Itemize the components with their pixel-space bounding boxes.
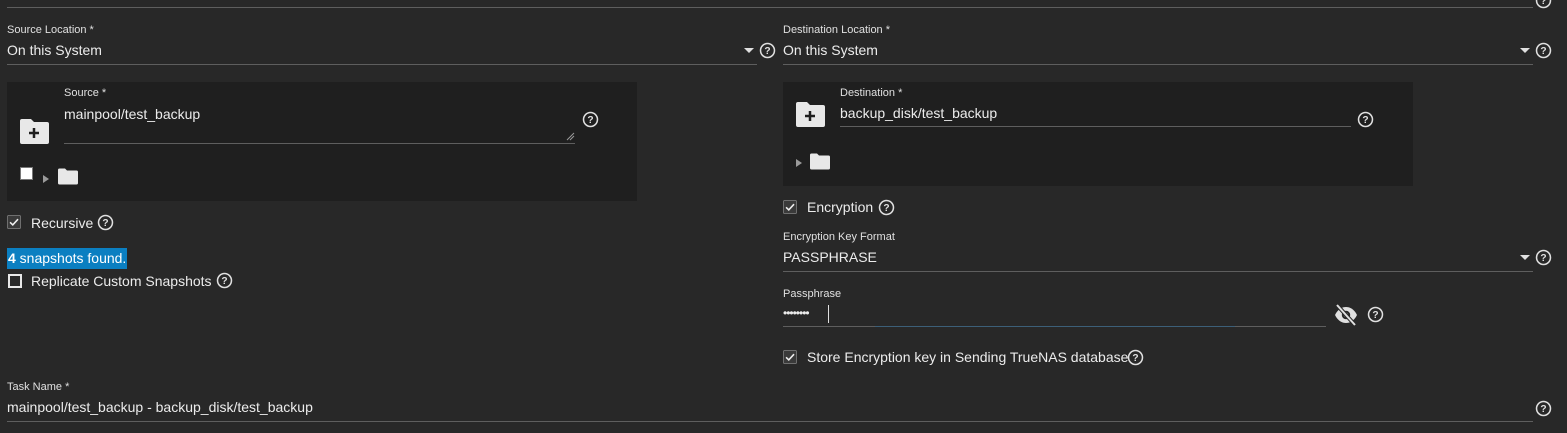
- replicate-custom-snapshots-help-icon[interactable]: ?: [216, 272, 233, 289]
- source-location-underline: [7, 64, 757, 65]
- source-input-underline: [64, 143, 575, 144]
- svg-text:?: ?: [764, 46, 770, 57]
- source-input[interactable]: mainpool/test_backup: [64, 106, 200, 122]
- svg-text:?: ?: [1540, 46, 1546, 57]
- task-name-label: Task Name *: [7, 381, 70, 393]
- passphrase-cursor: [828, 305, 829, 323]
- svg-text:?: ?: [221, 276, 227, 287]
- destination-folder-add-icon[interactable]: [795, 101, 826, 128]
- source-resize-handle-icon[interactable]: [565, 131, 575, 141]
- snapshots-found-text: 4 snapshots found.: [7, 248, 128, 269]
- destination-location-label: Destination Location *: [783, 24, 891, 36]
- task-name-input[interactable]: mainpool/test_backup - backup_disk/test_…: [7, 399, 313, 415]
- destination-input[interactable]: backup_disk/test_backup: [840, 105, 997, 121]
- snapshots-found-suffix: snapshots found.: [15, 250, 127, 266]
- task-name-help-icon[interactable]: ?: [1535, 400, 1552, 417]
- source-tree-folder-icon: [58, 168, 78, 185]
- svg-text:?: ?: [1540, 404, 1546, 415]
- svg-text:?: ?: [1132, 353, 1138, 364]
- destination-location-help-icon[interactable]: ?: [1535, 42, 1552, 59]
- recursive-help-icon[interactable]: ?: [97, 214, 114, 231]
- svg-text:?: ?: [102, 218, 108, 229]
- svg-text:?: ?: [1540, 253, 1546, 264]
- passphrase-focus-ripple: [875, 326, 1235, 327]
- source-tree-checkbox[interactable]: [20, 167, 33, 180]
- destination-help-icon[interactable]: ?: [1357, 111, 1374, 128]
- snapshots-found-count: 4: [8, 250, 16, 266]
- destination-label: Destination *: [840, 87, 903, 99]
- encryption-key-format-label: Encryption Key Format: [783, 231, 895, 243]
- passphrase-label: Passphrase: [783, 288, 842, 300]
- destination-location-dropdown-icon[interactable]: [1520, 48, 1530, 53]
- store-encryption-key-label: Store Encryption key in Sending TrueNAS …: [807, 349, 1129, 365]
- destination-input-underline: [840, 126, 1351, 127]
- encryption-key-format-underline: [783, 271, 1533, 272]
- destination-tree-folder-icon: [810, 153, 830, 170]
- passphrase-help-icon[interactable]: ?: [1367, 306, 1384, 323]
- svg-text:?: ?: [1540, 0, 1546, 7]
- replicate-custom-snapshots-label: Replicate Custom Snapshots: [31, 273, 212, 289]
- svg-text:?: ?: [587, 115, 593, 126]
- encryption-help-icon[interactable]: ?: [878, 199, 895, 216]
- source-location-label: Source Location *: [7, 24, 94, 36]
- source-label: Source *: [64, 87, 107, 99]
- encryption-label: Encryption: [807, 199, 874, 215]
- encryption-key-format-dropdown-icon[interactable]: [1520, 255, 1530, 260]
- svg-text:?: ?: [1362, 115, 1368, 126]
- encryption-key-format-select[interactable]: PASSPHRASE: [783, 249, 877, 265]
- top-help-icon[interactable]: ?: [1535, 0, 1552, 9]
- encryption-checkbox[interactable]: [783, 200, 797, 214]
- recursive-checkbox[interactable]: [7, 215, 21, 229]
- recursive-label: Recursive: [31, 215, 94, 231]
- visibility-off-icon[interactable]: [1334, 304, 1358, 326]
- encryption-key-format-help-icon[interactable]: ?: [1535, 249, 1552, 266]
- source-help-icon[interactable]: ?: [582, 111, 599, 128]
- destination-location-select[interactable]: On this System: [783, 42, 878, 58]
- destination-location-underline: [783, 64, 1533, 65]
- task-name-underline: [7, 421, 1533, 422]
- source-tree-expand-icon[interactable]: [43, 175, 49, 183]
- source-folder-add-icon[interactable]: [19, 118, 50, 145]
- destination-tree-expand-icon[interactable]: [796, 159, 802, 167]
- source-location-help-icon[interactable]: ?: [759, 42, 776, 59]
- replicate-custom-snapshots-checkbox[interactable]: [8, 274, 22, 288]
- source-location-select[interactable]: On this System: [7, 42, 102, 58]
- passphrase-input[interactable]: ••••••••: [783, 306, 810, 320]
- top-field-underline: [7, 7, 1533, 8]
- store-encryption-key-checkbox[interactable]: [783, 350, 797, 364]
- source-explorer-panel: [7, 82, 637, 201]
- source-location-dropdown-icon[interactable]: [744, 48, 754, 53]
- svg-text:?: ?: [883, 203, 889, 214]
- svg-text:?: ?: [1372, 310, 1378, 321]
- store-encryption-key-help-icon[interactable]: ?: [1127, 349, 1144, 366]
